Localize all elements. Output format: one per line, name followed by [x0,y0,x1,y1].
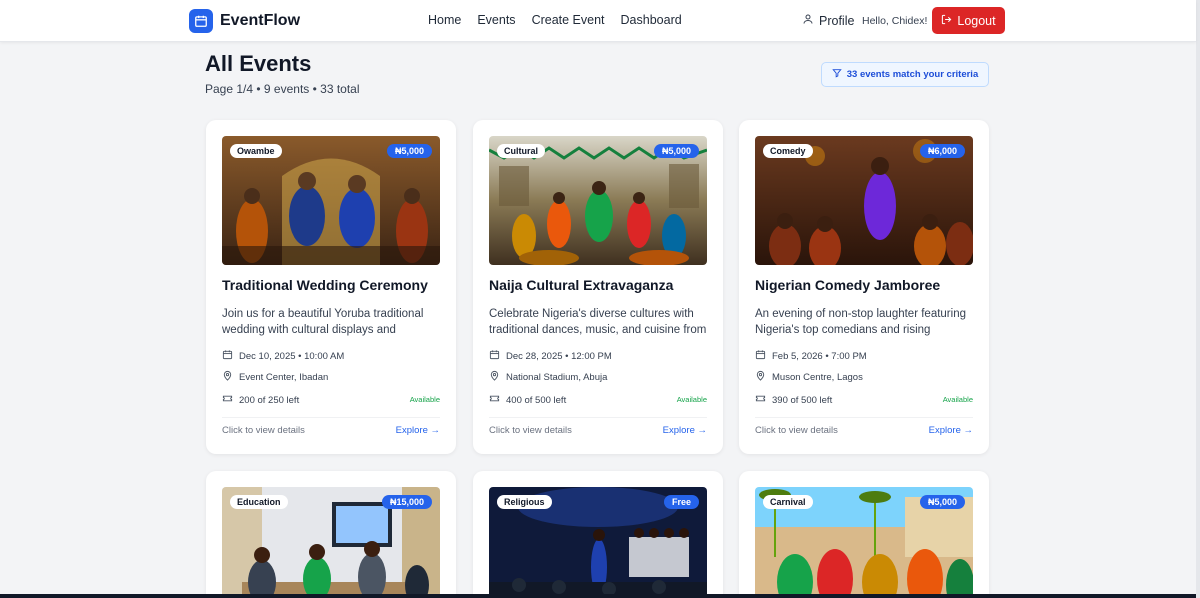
calendar-icon [189,9,213,33]
availability-status: Available [409,395,440,404]
event-date-row: Dec 28, 2025 • 12:00 PM [489,349,612,363]
event-location-row: Muson Centre, Lagos [755,370,863,384]
explore-link[interactable]: Explore → [929,425,973,436]
ticket-icon [222,393,233,407]
price-badge: Free [663,495,699,509]
event-card[interactable]: Cultural ₦5,000 Naija Cultural Extravaga… [473,120,723,454]
event-datetime: Dec 10, 2025 • 10:00 AM [239,350,345,362]
price-badge: ₦5,000 [919,495,965,509]
click-hint: Click to view details [222,425,305,436]
event-image: Education ₦15,000 [222,487,440,598]
category-badge: Owambe [230,144,282,158]
availability-status: Available [676,395,707,404]
map-pin-icon [222,370,233,384]
event-title: Naija Cultural Extravaganza [489,277,674,293]
filter-criteria-label: 33 events match your criteria [846,69,979,80]
event-description: Celebrate Nigeria's diverse cultures wit… [489,308,707,336]
event-image: Cultural ₦5,000 [489,136,707,265]
category-badge: Comedy [763,144,813,158]
event-location: National Stadium, Abuja [506,371,608,383]
category-badge: Carnival [763,495,813,509]
pagination-summary: Page 1/4 • 9 events • 33 total [205,82,360,96]
brand-logo[interactable]: EventFlow [189,9,300,33]
profile-label: Profile [819,13,855,28]
calendar-icon [489,349,500,363]
filter-icon [832,68,842,81]
event-seats: 400 of 500 left [506,394,567,406]
filter-criteria-button[interactable]: 33 events match your criteria [821,62,989,87]
event-seats: 200 of 250 left [239,394,300,406]
explore-link[interactable]: Explore → [396,425,440,436]
nav-create-event[interactable]: Create Event [532,13,605,27]
divider [489,417,707,418]
logout-icon [941,14,952,28]
user-greeting: Hello, Chidex! [862,15,928,27]
event-title: Nigerian Comedy Jamboree [755,277,941,293]
category-badge: Religious [497,495,552,509]
event-card[interactable]: Carnival ₦5,000 [739,471,989,598]
ticket-icon [489,393,500,407]
navbar: EventFlow Home Events Create Event Dashb… [0,0,1196,42]
map-pin-icon [489,370,500,384]
logout-button[interactable]: Logout [932,7,1005,34]
calendar-icon [755,349,766,363]
nav-events[interactable]: Events [477,13,515,27]
event-image: Owambe ₦5,000 [222,136,440,265]
event-seats-row: 390 of 500 left [755,393,832,407]
user-icon [802,13,814,28]
event-description: An evening of non-stop laughter featurin… [755,308,966,336]
event-datetime: Dec 28, 2025 • 12:00 PM [506,350,612,362]
event-location: Event Center, Ibadan [239,371,329,383]
event-seats-row: 200 of 250 left [222,393,299,407]
nav-dashboard[interactable]: Dashboard [621,13,682,27]
category-badge: Education [230,495,288,509]
calendar-icon [222,349,233,363]
event-image: Carnival ₦5,000 [755,487,973,598]
event-date-row: Dec 10, 2025 • 10:00 AM [222,349,344,363]
category-badge: Cultural [497,144,546,158]
event-location-row: National Stadium, Abuja [489,370,607,384]
event-card[interactable]: Religious Free [473,471,723,598]
event-datetime: Feb 5, 2026 • 7:00 PM [772,350,867,362]
event-title: Traditional Wedding Ceremony [222,277,428,293]
click-hint: Click to view details [489,425,572,436]
divider [222,417,440,418]
event-card[interactable]: Owambe ₦5,000 Traditional Wedding Ceremo… [206,120,456,454]
price-badge: ₦15,000 [381,495,432,509]
bottom-edge [0,594,1196,598]
map-pin-icon [755,370,766,384]
logout-label: Logout [957,13,996,28]
availability-status: Available [942,395,973,404]
event-card[interactable]: Education ₦15,000 [206,471,456,598]
event-location: Muson Centre, Lagos [772,371,863,383]
nav-home[interactable]: Home [428,13,461,27]
nav-links: Home Events Create Event Dashboard [428,13,682,27]
explore-link[interactable]: Explore → [663,425,707,436]
scrollbar[interactable] [1196,0,1200,598]
price-badge: ₦6,000 [919,144,965,158]
event-seats-row: 400 of 500 left [489,393,566,407]
price-badge: ₦5,000 [386,144,432,158]
event-location-row: Event Center, Ibadan [222,370,328,384]
page-title: All Events [205,51,312,76]
event-date-row: Feb 5, 2026 • 7:00 PM [755,349,867,363]
click-hint: Click to view details [755,425,838,436]
event-card[interactable]: Comedy ₦6,000 Nigerian Comedy Jamboree A… [739,120,989,454]
event-image: Comedy ₦6,000 [755,136,973,265]
divider [755,417,973,418]
event-seats: 390 of 500 left [772,394,833,406]
event-image: Religious Free [489,487,707,598]
event-description: Join us for a beautiful Yoruba tradition… [222,308,424,336]
profile-link[interactable]: Profile [802,13,854,28]
brand-name: EventFlow [220,12,301,29]
price-badge: ₦5,000 [653,144,699,158]
ticket-icon [755,393,766,407]
